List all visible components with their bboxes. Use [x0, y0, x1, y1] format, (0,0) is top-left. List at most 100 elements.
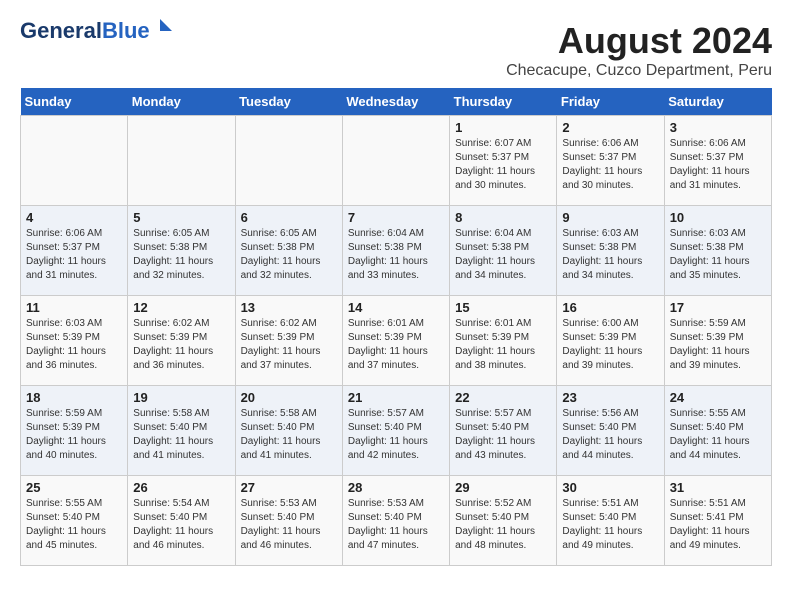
calendar-week-row: 18 Sunrise: 5:59 AM Sunset: 5:39 PM Dayli… — [21, 386, 772, 476]
calendar-week-row: 25 Sunrise: 5:55 AM Sunset: 5:40 PM Dayli… — [21, 476, 772, 566]
day-number: 9 — [562, 210, 658, 225]
calendar-cell: 6 Sunrise: 6:05 AM Sunset: 5:38 PM Daylig… — [235, 206, 342, 296]
day-number: 7 — [348, 210, 444, 225]
calendar-cell: 24 Sunrise: 5:55 AM Sunset: 5:40 PM Dayli… — [664, 386, 771, 476]
day-info: Sunrise: 5:51 AM Sunset: 5:40 PM Dayligh… — [562, 497, 658, 553]
calendar-cell: 18 Sunrise: 5:59 AM Sunset: 5:39 PM Dayli… — [21, 386, 128, 476]
logo-text: GeneralBlue — [20, 20, 150, 42]
calendar-week-row: 1Sunrise: 6:07 AM Sunset: 5:37 PM Daylig… — [21, 116, 772, 206]
calendar-cell: 16Sunrise: 6:00 AM Sunset: 5:39 PM Dayli… — [557, 296, 664, 386]
day-number: 18 — [26, 390, 122, 405]
day-info: Sunrise: 6:06 AM Sunset: 5:37 PM Dayligh… — [670, 137, 766, 193]
day-info: Sunrise: 6:03 AM Sunset: 5:38 PM Dayligh… — [670, 227, 766, 283]
calendar-cell: 3 Sunrise: 6:06 AM Sunset: 5:37 PM Daylig… — [664, 116, 771, 206]
day-info: Sunrise: 6:04 AM Sunset: 5:38 PM Dayligh… — [455, 227, 551, 283]
day-info: Sunrise: 6:03 AM Sunset: 5:39 PM Dayligh… — [26, 317, 122, 373]
day-number: 3 — [670, 120, 766, 135]
day-info: Sunrise: 6:02 AM Sunset: 5:39 PM Dayligh… — [133, 317, 229, 373]
day-number: 14 — [348, 300, 444, 315]
day-info: Sunrise: 5:57 AM Sunset: 5:40 PM Dayligh… — [348, 407, 444, 463]
day-number: 29 — [455, 480, 551, 495]
calendar-cell: 5 Sunrise: 6:05 AM Sunset: 5:38 PM Daylig… — [128, 206, 235, 296]
calendar-week-row: 11 Sunrise: 6:03 AM Sunset: 5:39 PM Dayli… — [21, 296, 772, 386]
calendar-cell: 15 Sunrise: 6:01 AM Sunset: 5:39 PM Dayli… — [450, 296, 557, 386]
day-info: Sunrise: 6:03 AM Sunset: 5:38 PM Dayligh… — [562, 227, 658, 283]
day-number: 8 — [455, 210, 551, 225]
weekday-header: Thursday — [450, 88, 557, 116]
page-subtitle: Checacupe, Cuzco Department, Peru — [506, 62, 772, 80]
day-info: Sunrise: 5:59 AM Sunset: 5:39 PM Dayligh… — [26, 407, 122, 463]
calendar-table: SundayMondayTuesdayWednesdayThursdayFrid… — [20, 88, 772, 566]
day-info: Sunrise: 6:01 AM Sunset: 5:39 PM Dayligh… — [455, 317, 551, 373]
calendar-cell: 11 Sunrise: 6:03 AM Sunset: 5:39 PM Dayli… — [21, 296, 128, 386]
day-info: Sunrise: 6:05 AM Sunset: 5:38 PM Dayligh… — [241, 227, 337, 283]
day-number: 6 — [241, 210, 337, 225]
day-info: Sunrise: 5:56 AM Sunset: 5:40 PM Dayligh… — [562, 407, 658, 463]
calendar-cell: 25 Sunrise: 5:55 AM Sunset: 5:40 PM Dayli… — [21, 476, 128, 566]
calendar-cell: 13Sunrise: 6:02 AM Sunset: 5:39 PM Dayli… — [235, 296, 342, 386]
day-number: 22 — [455, 390, 551, 405]
calendar-cell: 28Sunrise: 5:53 AM Sunset: 5:40 PM Dayli… — [342, 476, 449, 566]
calendar-cell: 14 Sunrise: 6:01 AM Sunset: 5:39 PM Dayli… — [342, 296, 449, 386]
weekday-header: Wednesday — [342, 88, 449, 116]
day-info: Sunrise: 6:04 AM Sunset: 5:38 PM Dayligh… — [348, 227, 444, 283]
weekday-header: Saturday — [664, 88, 771, 116]
calendar-week-row: 4 Sunrise: 6:06 AM Sunset: 5:37 PM Daylig… — [21, 206, 772, 296]
calendar-cell: 8 Sunrise: 6:04 AM Sunset: 5:38 PM Daylig… — [450, 206, 557, 296]
weekday-header: Monday — [128, 88, 235, 116]
day-number: 1 — [455, 120, 551, 135]
header: GeneralBlue August 2024 Checacupe, Cuzco… — [20, 20, 772, 80]
day-info: Sunrise: 5:55 AM Sunset: 5:40 PM Dayligh… — [670, 407, 766, 463]
day-info: Sunrise: 6:06 AM Sunset: 5:37 PM Dayligh… — [562, 137, 658, 193]
calendar-cell: 7 Sunrise: 6:04 AM Sunset: 5:38 PM Daylig… — [342, 206, 449, 296]
day-number: 10 — [670, 210, 766, 225]
calendar-cell: 31Sunrise: 5:51 AM Sunset: 5:41 PM Dayli… — [664, 476, 771, 566]
calendar-cell: 23 Sunrise: 5:56 AM Sunset: 5:40 PM Dayli… — [557, 386, 664, 476]
day-info: Sunrise: 5:57 AM Sunset: 5:40 PM Dayligh… — [455, 407, 551, 463]
day-info: Sunrise: 5:54 AM Sunset: 5:40 PM Dayligh… — [133, 497, 229, 553]
day-info: Sunrise: 6:05 AM Sunset: 5:38 PM Dayligh… — [133, 227, 229, 283]
calendar-cell: 10 Sunrise: 6:03 AM Sunset: 5:38 PM Dayli… — [664, 206, 771, 296]
weekday-header: Tuesday — [235, 88, 342, 116]
calendar-cell: 20Sunrise: 5:58 AM Sunset: 5:40 PM Dayli… — [235, 386, 342, 476]
day-number: 4 — [26, 210, 122, 225]
calendar-cell: 4 Sunrise: 6:06 AM Sunset: 5:37 PM Daylig… — [21, 206, 128, 296]
day-number: 11 — [26, 300, 122, 315]
calendar-cell — [128, 116, 235, 206]
day-info: Sunrise: 5:59 AM Sunset: 5:39 PM Dayligh… — [670, 317, 766, 373]
day-info: Sunrise: 5:53 AM Sunset: 5:40 PM Dayligh… — [348, 497, 444, 553]
day-number: 23 — [562, 390, 658, 405]
logo: GeneralBlue — [20, 20, 174, 42]
calendar-cell: 1Sunrise: 6:07 AM Sunset: 5:37 PM Daylig… — [450, 116, 557, 206]
day-number: 24 — [670, 390, 766, 405]
day-info: Sunrise: 6:00 AM Sunset: 5:39 PM Dayligh… — [562, 317, 658, 373]
day-number: 17 — [670, 300, 766, 315]
day-number: 27 — [241, 480, 337, 495]
day-info: Sunrise: 5:53 AM Sunset: 5:40 PM Dayligh… — [241, 497, 337, 553]
weekday-header: Friday — [557, 88, 664, 116]
day-number: 25 — [26, 480, 122, 495]
day-number: 12 — [133, 300, 229, 315]
day-info: Sunrise: 5:58 AM Sunset: 5:40 PM Dayligh… — [133, 407, 229, 463]
calendar-cell — [235, 116, 342, 206]
calendar-cell: 21 Sunrise: 5:57 AM Sunset: 5:40 PM Dayli… — [342, 386, 449, 476]
day-number: 15 — [455, 300, 551, 315]
day-info: Sunrise: 5:55 AM Sunset: 5:40 PM Dayligh… — [26, 497, 122, 553]
calendar-cell — [21, 116, 128, 206]
day-number: 20 — [241, 390, 337, 405]
day-number: 21 — [348, 390, 444, 405]
calendar-cell: 19 Sunrise: 5:58 AM Sunset: 5:40 PM Dayli… — [128, 386, 235, 476]
title-block: August 2024 Checacupe, Cuzco Department,… — [506, 20, 772, 80]
weekday-header: Sunday — [21, 88, 128, 116]
day-info: Sunrise: 6:01 AM Sunset: 5:39 PM Dayligh… — [348, 317, 444, 373]
day-number: 5 — [133, 210, 229, 225]
day-number: 19 — [133, 390, 229, 405]
calendar-cell: 2 Sunrise: 6:06 AM Sunset: 5:37 PM Daylig… — [557, 116, 664, 206]
calendar-cell: 9 Sunrise: 6:03 AM Sunset: 5:38 PM Daylig… — [557, 206, 664, 296]
calendar-cell: 27 Sunrise: 5:53 AM Sunset: 5:40 PM Dayli… — [235, 476, 342, 566]
calendar-cell: 30Sunrise: 5:51 AM Sunset: 5:40 PM Dayli… — [557, 476, 664, 566]
day-number: 2 — [562, 120, 658, 135]
calendar-cell: 12 Sunrise: 6:02 AM Sunset: 5:39 PM Dayli… — [128, 296, 235, 386]
day-info: Sunrise: 6:06 AM Sunset: 5:37 PM Dayligh… — [26, 227, 122, 283]
page-title: August 2024 — [506, 20, 772, 62]
